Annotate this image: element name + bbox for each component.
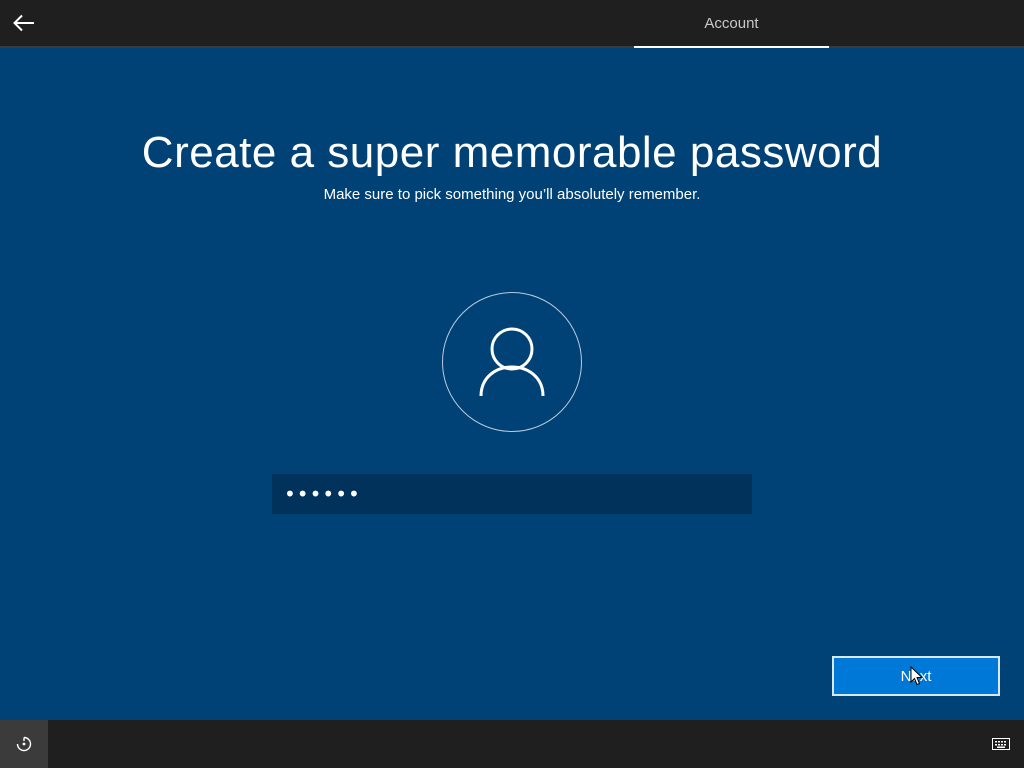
ease-of-access-icon	[16, 736, 32, 752]
back-button[interactable]	[6, 5, 42, 41]
page-title: Create a super memorable password	[141, 128, 883, 177]
page-subtitle: Make sure to pick something you’ll absol…	[323, 186, 701, 203]
oobe-screen: Account Create a super memorable passwor…	[0, 0, 1024, 768]
top-bar: Account	[0, 0, 1024, 48]
password-field[interactable]	[272, 474, 752, 514]
next-button[interactable]: Next	[832, 656, 1000, 696]
keyboard-icon	[992, 738, 1010, 750]
avatar	[442, 292, 582, 432]
bottom-bar	[0, 720, 1024, 768]
next-button-label: Next	[900, 667, 932, 685]
tab-account[interactable]: Account	[634, 0, 829, 48]
back-arrow-icon	[13, 14, 34, 32]
user-icon	[479, 327, 545, 397]
keyboard-button[interactable]	[988, 732, 1014, 756]
ease-of-access-button[interactable]	[0, 720, 48, 768]
password-input[interactable]	[272, 474, 752, 514]
tab-account-label: Account	[704, 14, 759, 32]
active-tab-underline	[634, 46, 829, 48]
